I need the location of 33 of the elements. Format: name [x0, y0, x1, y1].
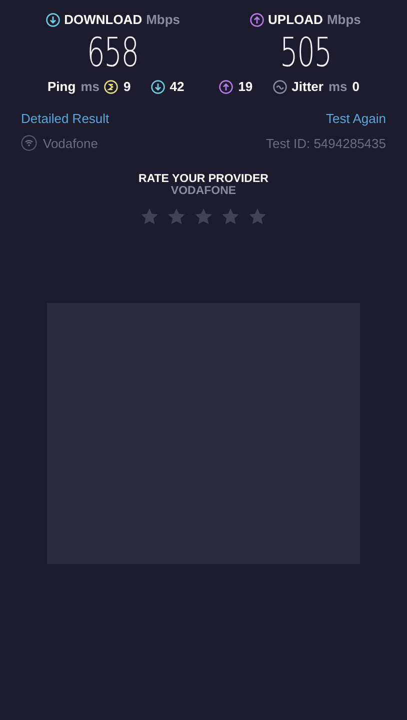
jitter-label: Jitter [292, 79, 324, 94]
test-id: Test ID: 5494285435 [266, 136, 386, 150]
speed-unit: Mbps [326, 12, 361, 27]
rate-title: RATE YOUR PROVIDER [138, 173, 268, 185]
wifi-icon [21, 135, 37, 151]
star-rating[interactable] [140, 207, 267, 226]
star-icon[interactable] [221, 207, 240, 226]
detailed-result-link[interactable]: Detailed Result [21, 111, 110, 126]
star-icon[interactable] [194, 207, 213, 226]
speed-value: 658 [87, 29, 139, 77]
ping-value: 9 [123, 79, 131, 94]
ping-label: Ping [48, 79, 76, 94]
upload-ping-value: 19 [238, 79, 253, 94]
ping-icon [104, 80, 118, 94]
speed-label: DOWNLOAD [64, 12, 142, 27]
jitter-icon [272, 80, 287, 94]
star-icon[interactable] [248, 207, 267, 226]
rate-provider: VODAFONE [170, 185, 236, 197]
download-icon [46, 12, 60, 26]
test-again-link[interactable]: Test Again [326, 111, 386, 126]
provider-name: Vodafone [43, 136, 98, 150]
jitter-unit: ms [328, 79, 348, 94]
download-icon [150, 80, 165, 94]
star-icon[interactable] [167, 207, 186, 226]
upload-icon [219, 80, 234, 94]
speed-label: UPLOAD [268, 12, 323, 27]
speed-value: 505 [280, 29, 332, 77]
speed-unit: Mbps [146, 12, 180, 27]
jitter-value: 0 [352, 79, 360, 94]
star-icon[interactable] [140, 207, 159, 226]
download-ping-value: 42 [170, 79, 184, 94]
upload-icon [250, 12, 264, 26]
ping-unit: ms [80, 79, 100, 94]
